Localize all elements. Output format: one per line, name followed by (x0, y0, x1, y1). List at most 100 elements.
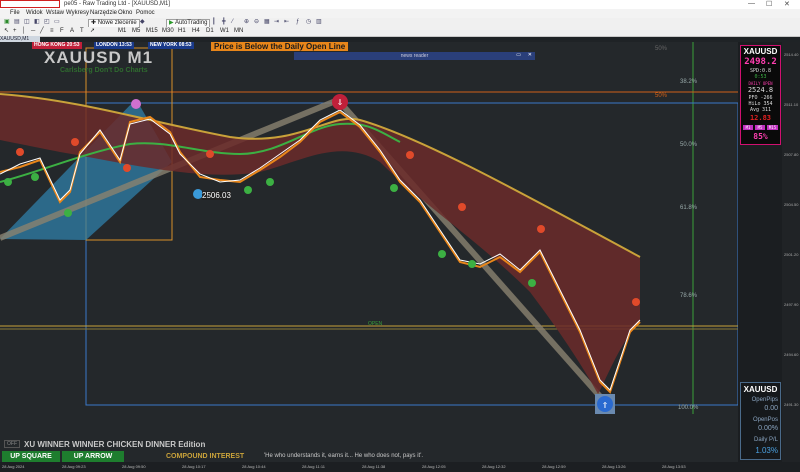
band-fill (0, 94, 640, 394)
cursor-icon[interactable]: ↖ (4, 28, 9, 35)
line-chart-icon[interactable]: ⁄ (232, 19, 233, 26)
fib-label-38: 38.2% (680, 79, 698, 85)
swing-low-dot (244, 186, 252, 194)
close-icon[interactable]: ✕ (784, 0, 790, 8)
title-highlight (0, 0, 60, 8)
maximize-icon[interactable]: ☐ (766, 0, 772, 8)
news-minimize-icon[interactable]: ▭ (516, 52, 521, 58)
market-watch-icon[interactable]: ◫ (24, 19, 30, 26)
menu-insert[interactable]: Wstaw (46, 10, 64, 16)
swing-low-dot (468, 260, 476, 268)
terminal-icon[interactable]: ▭ (54, 19, 60, 26)
tf-m5[interactable]: M5 (132, 28, 140, 35)
channel-icon[interactable]: ≡ (50, 28, 54, 35)
news-reader-panel[interactable]: news reader ▭ ✕ (294, 52, 535, 60)
menu-window[interactable]: Okno (118, 10, 132, 16)
menu-bar: File Widok Wstaw Wykresy Narzędzie Okno … (0, 9, 800, 18)
up-square-button[interactable]: UP SQUARE (2, 451, 60, 462)
swing-high-dot (71, 138, 79, 146)
up-arrow-button[interactable]: UP ARROW (62, 451, 124, 462)
tf-w1[interactable]: W1 (220, 28, 229, 35)
menu-tools[interactable]: Narzędzie (90, 10, 117, 16)
horizontal-line-icon[interactable]: ─ (31, 28, 35, 35)
buy-arrow-glyph: ⇑ (602, 401, 609, 410)
time-tick: 28 Aug 11:38 (362, 464, 386, 469)
pnl-symbol: XAUUSD (743, 385, 778, 394)
zoom-in-icon[interactable]: ⊕ (244, 19, 249, 26)
price-tick: 2511.10 (784, 102, 799, 107)
fib-label-100: 100.0% (678, 405, 699, 411)
info-daily-open: 2524.8 (747, 86, 774, 94)
pnl-panel: XAUUSD OpenPips 0.00 OpenPos 0.00% Daily… (740, 382, 781, 460)
open-label: OPEN (368, 321, 383, 327)
menu-file[interactable]: File (10, 10, 20, 16)
price-tick: 2504.50 (784, 202, 799, 207)
data-window-icon[interactable]: ◧ (34, 19, 40, 26)
vertical-line-icon[interactable]: │ (22, 28, 26, 35)
info-tf-m5[interactable]: M5 (755, 125, 765, 130)
menu-charts[interactable]: Wykresy (66, 10, 89, 16)
tf-h4[interactable]: H4 (192, 28, 200, 35)
menu-help[interactable]: Pomoc (136, 10, 155, 16)
sell-arrow-glyph: ⇓ (337, 98, 344, 107)
tile-windows-icon[interactable]: ▦ (264, 19, 270, 26)
periods-icon[interactable]: ◷ (306, 19, 311, 26)
swing-high-dot (206, 150, 214, 158)
off-toggle[interactable]: OFF (4, 440, 20, 448)
indicators-icon[interactable]: ƒ (296, 19, 299, 26)
templates-icon[interactable]: ▥ (316, 19, 322, 26)
news-close-icon[interactable]: ✕ (528, 52, 532, 58)
navigator-icon[interactable]: ◰ (44, 19, 50, 26)
autoscroll-icon[interactable]: ⇥ (274, 19, 279, 26)
swing-low-dot (438, 250, 446, 258)
zoom-out-icon[interactable]: ⊖ (254, 19, 259, 26)
arrow-tool-icon[interactable]: ➚ (90, 28, 95, 35)
price-tick: 2507.80 (784, 152, 799, 157)
text-tool-icon[interactable]: A (70, 28, 74, 35)
tf-mn[interactable]: MN (234, 28, 243, 35)
edition-label: XU WINNER WINNER CHICKEN DINNER Edition (24, 440, 206, 449)
meta-editor-icon[interactable]: ◆ (140, 19, 145, 26)
price-tick: 2514.40 (784, 52, 799, 57)
minimize-icon[interactable]: — (748, 0, 755, 7)
chart-shift-icon[interactable]: ⇤ (284, 19, 289, 26)
alert-banner: Price is Below the Daily Open Line (211, 42, 349, 51)
fib-label-50: 50% (655, 93, 668, 99)
chart-area[interactable]: ⇓ ⇑ HONG KONG 20:53 LONDON 13:53 NEW YOR… (0, 42, 738, 462)
tf-m15[interactable]: M15 (146, 28, 158, 35)
info-timer: 0:53 (754, 74, 767, 80)
candle-chart-icon[interactable]: ╋ (222, 19, 226, 26)
profiles-icon[interactable]: ▤ (14, 19, 20, 26)
tf-d1[interactable]: D1 (206, 28, 214, 35)
price-tick: 2494.60 (784, 352, 799, 357)
time-tick: 28 Aug 12:05 (422, 464, 446, 469)
new-chart-icon[interactable]: ▣ (4, 19, 10, 26)
time-tick: 28 Aug 09:23 (62, 464, 86, 469)
time-tick: 28 Aug 13:53 (662, 464, 686, 469)
menu-view[interactable]: Widok (26, 10, 43, 16)
pnl-daily-label: Daily P/L (753, 437, 778, 443)
swing-high-dot (632, 298, 640, 306)
swing-high-dot (537, 225, 545, 233)
price-label: 2506.03 (202, 191, 231, 200)
tf-h1[interactable]: H1 (178, 28, 186, 35)
crosshair-icon[interactable]: + (13, 28, 17, 35)
compound-label: COMPOUND INTEREST (166, 453, 245, 460)
info-tf-m15[interactable]: M15 (767, 125, 778, 130)
price-tick: 2501.20 (784, 252, 799, 257)
info-tf-m1[interactable]: M1 (743, 125, 753, 130)
bar-chart-icon[interactable]: ┃ (212, 19, 216, 26)
label-tool-icon[interactable]: T (80, 28, 84, 35)
tf-m30[interactable]: M30 (162, 28, 174, 35)
swing-high-dot (406, 151, 414, 159)
pnl-open-pips-label: OpenPips (751, 397, 778, 403)
swing-high-dot (16, 148, 24, 156)
session-newyork: NEW YORK 08:53 (148, 42, 194, 49)
info-value-red: 12.83 (749, 114, 772, 122)
tf-m1[interactable]: M1 (118, 28, 126, 35)
fib-label-61: 61.8% (680, 205, 698, 211)
fibonacci-icon[interactable]: F (60, 28, 64, 35)
trendline-icon[interactable]: ╱ (40, 28, 44, 35)
subtitle: Carlsberg Don't Do Charts (60, 67, 148, 74)
symbol-title: XAUUSD M1 (44, 48, 154, 67)
